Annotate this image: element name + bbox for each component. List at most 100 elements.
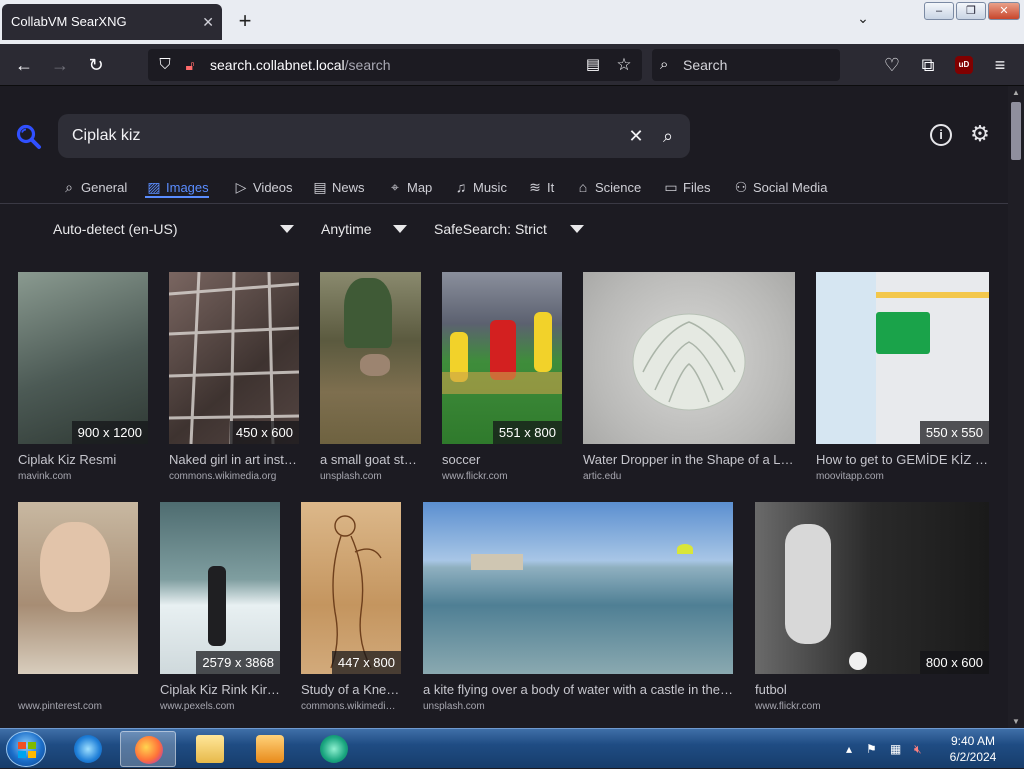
- taskbar-internet-explorer[interactable]: [60, 731, 116, 767]
- taskbar-media-player[interactable]: [242, 731, 298, 767]
- image-result[interactable]: 800 x 600 futbol www.flickr.com: [755, 502, 989, 722]
- reload-icon[interactable]: ↻: [84, 53, 108, 77]
- restore-button[interactable]: ❐: [956, 2, 986, 20]
- scroll-down-icon[interactable]: ▼: [1012, 717, 1020, 726]
- image-result[interactable]: 450 x 600 Naked girl in art installation…: [169, 272, 299, 492]
- result-title[interactable]: Ciplak Kiz Rink Kiralama: [160, 682, 280, 697]
- tab-science[interactable]: ⌂ Science: [574, 176, 641, 198]
- action-center-flag-icon[interactable]: ⚑: [866, 729, 877, 769]
- result-thumbnail[interactable]: [320, 272, 421, 444]
- result-thumbnail[interactable]: 900 x 1200: [18, 272, 148, 444]
- taskbar-firefox[interactable]: [120, 731, 176, 767]
- system-clock[interactable]: 9:40 AM 6/2/2024: [936, 733, 1010, 765]
- url-text[interactable]: search.collabnet.local/search: [210, 49, 391, 81]
- image-result[interactable]: 900 x 1200 Ciplak Kiz Resmi mavink.com: [18, 272, 148, 492]
- taskbar-app[interactable]: [306, 731, 362, 767]
- tab-news[interactable]: ▤ News: [311, 176, 364, 198]
- result-title[interactable]: a kite flying over a body of water with …: [423, 682, 733, 697]
- result-thumbnail[interactable]: 550 x 550: [816, 272, 989, 444]
- info-icon[interactable]: i: [930, 124, 952, 146]
- chevron-down-icon[interactable]: [570, 225, 584, 233]
- image-result[interactable]: 447 x 800 Study of a Kneeling Woman comm…: [301, 502, 401, 722]
- result-title[interactable]: Water Dropper in the Shape of a Lotus: [583, 452, 795, 467]
- image-result[interactable]: 550 x 550 How to get to GEMİDE KİZ ÇIPLA…: [816, 272, 989, 492]
- page-scrollbar[interactable]: ▲ ▼: [1008, 86, 1024, 728]
- time-range-select[interactable]: Anytime: [321, 219, 372, 239]
- tab-videos[interactable]: ▷ Videos: [232, 176, 293, 198]
- tab-it[interactable]: ≋ It: [526, 176, 554, 198]
- result-title[interactable]: futbol: [755, 682, 989, 697]
- new-tab-button[interactable]: +: [234, 8, 256, 34]
- url-bar[interactable]: ⛉ 🔓︎ search.collabnet.local/search ▤ ☆: [148, 49, 642, 81]
- show-hidden-icons-icon[interactable]: ▴: [846, 729, 852, 769]
- image-result[interactable]: 2579 x 3868 Ciplak Kiz Rink Kiralama www…: [160, 502, 280, 722]
- tab-general[interactable]: ⌕ General: [60, 176, 127, 198]
- close-window-button[interactable]: ✕: [988, 2, 1020, 20]
- result-url[interactable]: mavink.com: [18, 471, 148, 482]
- chevron-down-icon[interactable]: [393, 225, 407, 233]
- reader-view-icon[interactable]: ▤: [582, 53, 604, 77]
- result-url[interactable]: artic.edu: [583, 471, 795, 482]
- pocket-icon[interactable]: ♡: [880, 53, 904, 77]
- query-input-box[interactable]: Ciplak kiz ✕ ⌕: [58, 114, 690, 158]
- minimize-button[interactable]: –: [924, 2, 954, 20]
- result-title[interactable]: a small goat standing in a field: [320, 452, 421, 467]
- result-thumbnail[interactable]: [18, 502, 138, 674]
- tab-map[interactable]: ⌖ Map: [386, 176, 432, 198]
- image-result[interactable]: 551 x 800 soccer www.flickr.com: [442, 272, 562, 492]
- taskbar-file-explorer[interactable]: [182, 731, 238, 767]
- hamburger-menu-icon[interactable]: ≡: [988, 53, 1012, 77]
- chevron-down-icon[interactable]: [280, 225, 294, 233]
- volume-muted-icon[interactable]: 🔇︎: [914, 729, 922, 769]
- result-url[interactable]: www.pinterest.com: [18, 701, 138, 712]
- bookmark-star-icon[interactable]: ☆: [612, 53, 636, 77]
- tab-close-icon[interactable]: ✕: [202, 4, 214, 40]
- forward-arrow-icon[interactable]: →: [48, 53, 72, 77]
- result-thumbnail[interactable]: [423, 502, 733, 674]
- image-result[interactable]: a small goat standing in a field unsplas…: [320, 272, 421, 492]
- image-result[interactable]: a kite flying over a body of water with …: [423, 502, 733, 722]
- result-url[interactable]: www.flickr.com: [755, 701, 989, 712]
- result-title[interactable]: Naked girl in art installation: [169, 452, 299, 467]
- image-result[interactable]: Water Dropper in the Shape of a Lotus ar…: [583, 272, 795, 492]
- result-thumbnail[interactable]: 447 x 800: [301, 502, 401, 674]
- scroll-up-icon[interactable]: ▲: [1012, 88, 1020, 97]
- searxng-logo-icon[interactable]: [16, 124, 42, 150]
- ublock-origin-icon[interactable]: uD: [955, 56, 973, 74]
- search-input[interactable]: Ciplak kiz: [72, 114, 140, 158]
- result-thumbnail[interactable]: 2579 x 3868: [160, 502, 280, 674]
- tab-files[interactable]: ▭ Files: [662, 176, 710, 198]
- browser-search-box[interactable]: ⌕ Search: [652, 49, 840, 81]
- insecure-lock-icon[interactable]: 🔓︎: [180, 53, 200, 77]
- network-icon[interactable]: ▦: [890, 729, 901, 769]
- result-thumbnail[interactable]: 450 x 600: [169, 272, 299, 444]
- tab-social-media[interactable]: ⚇ Social Media: [732, 176, 828, 198]
- tab-music[interactable]: ♫ Music: [452, 176, 507, 198]
- result-url[interactable]: unsplash.com: [320, 471, 421, 482]
- result-url[interactable]: www.flickr.com: [442, 471, 562, 482]
- result-thumbnail[interactable]: [583, 272, 795, 444]
- safesearch-select[interactable]: SafeSearch: Strict: [434, 219, 547, 239]
- result-title[interactable]: Study of a Kneeling Woman: [301, 682, 401, 697]
- result-url[interactable]: commons.wikimedia.org: [301, 701, 401, 712]
- scrollbar-thumb[interactable]: [1011, 102, 1021, 160]
- result-url[interactable]: commons.wikimedia.org: [169, 471, 299, 482]
- back-arrow-icon[interactable]: ←: [12, 53, 36, 77]
- tab-images[interactable]: ▨ Images: [145, 176, 209, 198]
- list-tabs-chevron-icon[interactable]: ⌄: [852, 10, 874, 32]
- clear-search-icon[interactable]: ✕: [624, 124, 648, 148]
- start-button[interactable]: [6, 731, 46, 767]
- result-thumbnail[interactable]: 551 x 800: [442, 272, 562, 444]
- result-title[interactable]: How to get to GEMİDE KİZ ÇIPLAK: [816, 452, 989, 467]
- browser-tab[interactable]: CollabVM SearXNG ✕: [2, 4, 222, 40]
- result-title[interactable]: soccer: [442, 452, 562, 467]
- shield-icon[interactable]: ⛉: [154, 53, 176, 77]
- result-url[interactable]: moovitapp.com: [816, 471, 989, 482]
- image-result[interactable]: www.pinterest.com: [18, 502, 138, 722]
- result-url[interactable]: unsplash.com: [423, 701, 733, 712]
- gear-icon[interactable]: ⚙: [968, 122, 992, 146]
- language-select[interactable]: Auto-detect (en-US): [53, 219, 178, 239]
- result-title[interactable]: Ciplak Kiz Resmi: [18, 452, 148, 467]
- search-submit-icon[interactable]: ⌕: [656, 124, 680, 148]
- extensions-puzzle-icon[interactable]: ⧉: [916, 53, 940, 77]
